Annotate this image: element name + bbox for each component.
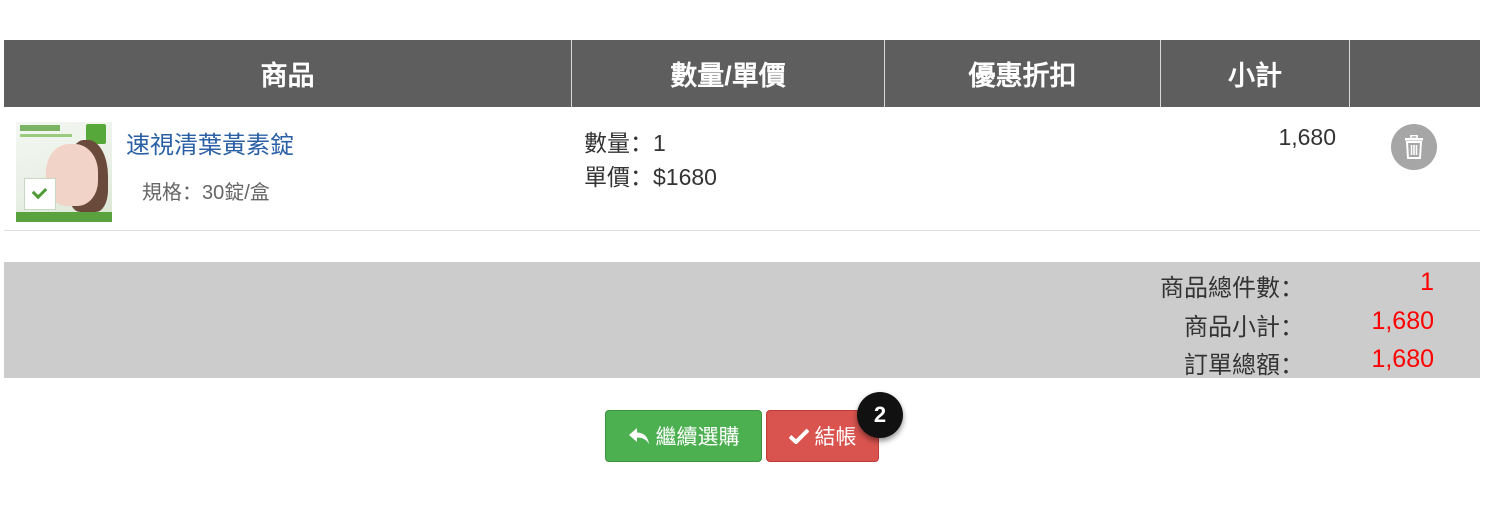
- subtotal-label: 商品小計：: [1184, 314, 1304, 341]
- spec-value: 30錠/盒: [202, 182, 270, 204]
- header-subtotal: 小計: [1161, 40, 1350, 107]
- continue-shopping-label: 繼續選購: [655, 426, 740, 449]
- summary-total-items: 商品總件數： 1: [4, 265, 1480, 302]
- delete-item-button[interactable]: [1391, 124, 1437, 170]
- order-summary: 商品總件數： 1 商品小計： 1,680 訂單總額： 1,680: [4, 262, 1480, 379]
- summary-order-total: 訂單總額： 1,680: [4, 342, 1480, 379]
- step-marker: 2: [857, 392, 903, 438]
- total-items-label: 商品總件數：: [1160, 275, 1304, 302]
- summary-subtotal: 商品小計： 1,680: [4, 304, 1480, 341]
- product-name-link[interactable]: 速視清葉黃素錠: [126, 125, 294, 160]
- product-thumbnail[interactable]: [16, 122, 112, 222]
- item-unit-price: 單價：$1680: [584, 164, 717, 190]
- cart-item-row: 速視清葉黃素錠 規格：30錠/盒 數量：1 單價：$1680 1,680: [4, 108, 1480, 231]
- header-product: 商品: [4, 40, 572, 107]
- cart-table-header: 商品 數量/單價 優惠折扣 小計: [4, 40, 1480, 109]
- item-subtotal: 1,680: [1278, 124, 1336, 150]
- subtotal-value: 1,680: [1371, 307, 1434, 335]
- check-icon: [788, 428, 809, 444]
- order-total-label: 訂單總額：: [1184, 352, 1304, 379]
- reply-arrow-icon: [628, 427, 650, 445]
- product-spec: 規格：30錠/盒: [142, 176, 270, 205]
- checkout-label: 結帳: [814, 426, 857, 449]
- header-actions: [1350, 40, 1480, 109]
- item-quantity: 數量：1: [584, 130, 666, 156]
- order-total-value: 1,680: [1371, 345, 1434, 373]
- continue-shopping-button[interactable]: 繼續選購: [605, 410, 762, 462]
- trash-icon: [1405, 135, 1423, 159]
- header-discount: 優惠折扣: [885, 40, 1161, 107]
- spec-label: 規格：: [142, 182, 202, 204]
- header-quantity-price: 數量/單價: [572, 40, 885, 107]
- total-items-value: 1: [1420, 268, 1434, 296]
